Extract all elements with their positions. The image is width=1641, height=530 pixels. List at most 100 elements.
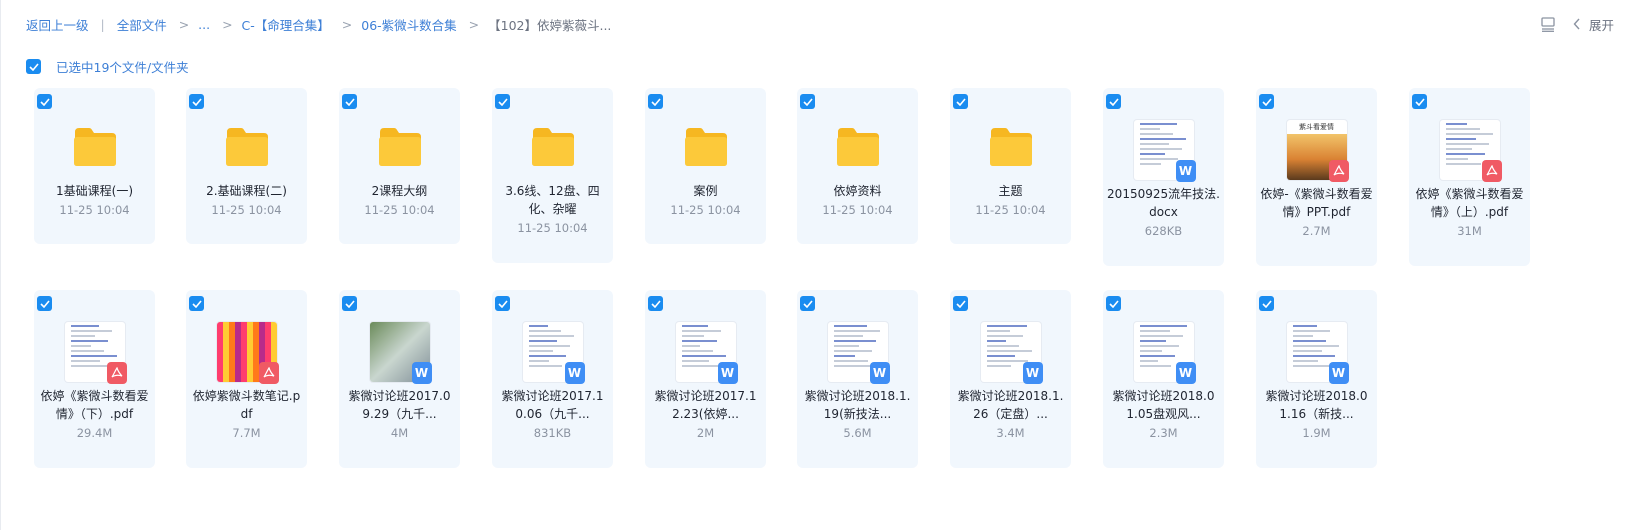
file-meta: 11-25 10:04 [975, 203, 1046, 217]
folder-icon [530, 126, 576, 168]
chevron-right-icon: > [468, 17, 480, 32]
file-meta: 2M [696, 426, 715, 440]
file-name: 紫微讨论班2017.12.23(依婷... [654, 389, 757, 421]
file-name: 主题 [998, 184, 1023, 198]
file-card[interactable]: W 紫微讨论班2017.10.06（九千... 831KB [492, 290, 613, 468]
check-icon [39, 97, 50, 106]
item-checkbox[interactable] [953, 94, 968, 109]
file-card[interactable]: W 紫微讨论班2018.01.16（新技... 1.9M [1256, 290, 1377, 468]
file-card[interactable]: 2课程大纲 11-25 10:04 [339, 88, 460, 244]
folder-icon [377, 126, 423, 168]
file-thumbnail [1133, 322, 1194, 382]
list-view-icon[interactable] [1537, 14, 1559, 34]
file-card[interactable]: W 紫微讨论班2018.1.26（定盘）... 3.4M [950, 290, 1071, 468]
file-card[interactable]: W 20150925流年技法.docx 628KB [1103, 88, 1224, 266]
file-thumbnail [1133, 120, 1194, 180]
file-card[interactable]: W 紫微讨论班2018.01.05盘观风... 2.3M [1103, 290, 1224, 468]
file-card[interactable]: 2.基础课程(二) 11-25 10:04 [186, 88, 307, 244]
file-card[interactable]: 主题 11-25 10:04 [950, 88, 1071, 244]
folder-icon [72, 126, 118, 168]
check-icon [497, 299, 508, 308]
item-checkbox[interactable] [1106, 296, 1121, 311]
file-thumbnail [675, 322, 736, 382]
file-card[interactable]: 紫斗看爱情依婷-《紫微斗数看爱情》PPT.pdf 2.7M [1256, 88, 1377, 266]
file-meta: 31M [1457, 224, 1482, 238]
file-meta: 2.3M [1149, 426, 1178, 440]
file-card[interactable]: 案例 11-25 10:04 [645, 88, 766, 244]
item-checkbox[interactable] [953, 296, 968, 311]
item-checkbox[interactable] [495, 94, 510, 109]
breadcrumb-level2[interactable]: 06-紫微斗数合集 [361, 15, 456, 34]
item-checkbox[interactable] [342, 94, 357, 109]
file-meta: 4M [390, 426, 409, 440]
file-name: 依婷紫微斗数笔记.pdf [192, 389, 301, 421]
file-meta: 11-25 10:04 [670, 203, 741, 217]
check-icon [344, 299, 355, 308]
file-card[interactable]: 依婷资料 11-25 10:04 [797, 88, 918, 244]
file-card[interactable]: W 紫微讨论班2018.1.19(新技法... 5.6M [797, 290, 918, 468]
item-checkbox[interactable] [37, 296, 52, 311]
file-browser: 返回上一级 | 全部文件 > ... > C-【命理合集】 > 06-紫微斗数合… [0, 0, 1641, 530]
file-thumbnail [827, 322, 888, 382]
check-icon [1108, 299, 1119, 308]
item-checkbox[interactable] [1412, 94, 1427, 109]
breadcrumb-level1[interactable]: C-【命理合集】 [242, 15, 330, 34]
check-icon [191, 299, 202, 308]
breadcrumb-ellipsis[interactable]: ... [198, 17, 210, 32]
item-checkbox[interactable] [1106, 94, 1121, 109]
check-icon [344, 97, 355, 106]
file-name: 依婷-《紫微斗数看爱情》PPT.pdf [1260, 187, 1373, 219]
file-name: 1基础课程(一) [56, 184, 133, 198]
item-checkbox[interactable] [189, 94, 204, 109]
folder-icon [224, 126, 270, 168]
file-name: 紫微讨论班2018.01.05盘观风... [1112, 389, 1215, 421]
item-checkbox[interactable] [495, 296, 510, 311]
expand-label: 展开 [1588, 17, 1614, 33]
item-checkbox[interactable] [648, 94, 663, 109]
file-thumbnail [980, 322, 1041, 382]
check-icon [39, 299, 50, 308]
file-thumbnail [1439, 120, 1500, 180]
file-card[interactable]: 依婷《紫微斗数看爱情》（上）.pdf 31M [1409, 88, 1530, 266]
file-meta: 2.7M [1302, 224, 1331, 238]
file-meta: 11-25 10:04 [211, 203, 282, 217]
file-name: 依婷《紫微斗数看爱情》（下）.pdf [40, 389, 149, 421]
check-icon [955, 299, 966, 308]
file-card[interactable]: 依婷《紫微斗数看爱情》（下）.pdf 29.4M [34, 290, 155, 468]
check-icon [1108, 97, 1119, 106]
file-name: 紫微讨论班2018.1.26（定盘）... [957, 389, 1064, 421]
file-name: 紫微讨论班2017.10.06（九千... [501, 389, 604, 421]
check-icon [650, 97, 661, 106]
file-name: 2课程大纲 [371, 184, 428, 198]
item-checkbox[interactable] [800, 296, 815, 311]
file-card[interactable]: W 紫微讨论班2017.09.29（九千... 4M [339, 290, 460, 468]
item-checkbox[interactable] [342, 296, 357, 311]
breadcrumb-separator: | [100, 17, 105, 32]
breadcrumb-all-files[interactable]: 全部文件 [117, 15, 167, 34]
file-card[interactable]: 3.6线、12盘、四化、杂曜 11-25 10:04 [492, 88, 613, 263]
folder-icon [835, 126, 881, 168]
file-meta: 11-25 10:04 [59, 203, 130, 217]
chevron-left-icon [1573, 18, 1581, 30]
item-checkbox[interactable] [800, 94, 815, 109]
back-link[interactable]: 返回上一级 [26, 15, 89, 34]
item-checkbox[interactable] [189, 296, 204, 311]
item-checkbox[interactable] [648, 296, 663, 311]
select-all-checkbox[interactable] [26, 59, 41, 74]
file-grid: 1基础课程(一) 11-25 10:04 2.基础课程(二) 11-25 10:04 2… [34, 88, 1554, 488]
thumb-title: 紫斗看爱情 [1299, 123, 1334, 131]
file-name: 紫微讨论班2018.1.19(新技法... [804, 389, 911, 421]
file-card[interactable]: W 紫微讨论班2017.12.23(依婷... 2M [645, 290, 766, 468]
check-icon [955, 97, 966, 106]
breadcrumb-current: 【102】依婷紫薇斗... [488, 18, 612, 33]
file-name: 2.基础课程(二) [206, 184, 287, 198]
item-checkbox[interactable] [1259, 296, 1274, 311]
check-icon [650, 299, 661, 308]
check-icon [28, 62, 39, 71]
file-meta: 11-25 10:04 [364, 203, 435, 217]
file-card[interactable]: 1基础课程(一) 11-25 10:04 [34, 88, 155, 244]
item-checkbox[interactable] [1259, 94, 1274, 109]
expand-button[interactable]: 展开 [1573, 15, 1614, 34]
file-card[interactable]: 依婷紫微斗数笔记.pdf 7.7M [186, 290, 307, 468]
item-checkbox[interactable] [37, 94, 52, 109]
